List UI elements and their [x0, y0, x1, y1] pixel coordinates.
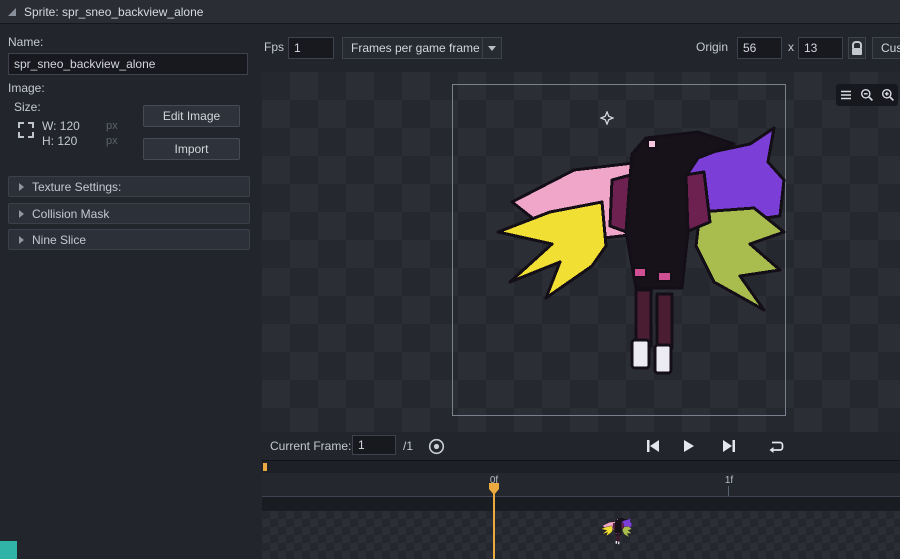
play-button[interactable]: [675, 434, 701, 458]
lock-icon: [852, 41, 862, 55]
workspace-corner-accent: [0, 541, 17, 559]
import-button[interactable]: Import: [143, 138, 240, 160]
section-label: Nine Slice: [32, 232, 87, 247]
section-texture-settings[interactable]: Texture Settings:: [8, 176, 250, 197]
height-unit: px: [106, 135, 118, 147]
origin-y-input[interactable]: [798, 37, 843, 59]
frame-toolbar: Fps Frames per game frame Origin x Custo…: [258, 24, 900, 72]
origin-x-input[interactable]: [737, 37, 782, 59]
loop-icon: [769, 441, 783, 453]
origin-label: Origin: [696, 40, 729, 54]
canvas-menu-button[interactable]: [837, 85, 856, 105]
section-label: Collision Mask: [32, 206, 110, 221]
zoom-out-button[interactable]: [857, 85, 876, 105]
section-label: Texture Settings:: [32, 179, 122, 194]
frame-total: /1: [403, 439, 414, 453]
resize-icon: [18, 122, 34, 143]
origin-lock-button[interactable]: [848, 37, 866, 59]
origin-mode-dropdown[interactable]: Custom: [872, 37, 900, 59]
onion-skin-icon: [428, 438, 444, 454]
zoom-in-button[interactable]: [878, 85, 897, 105]
onion-skin-button[interactable]: [424, 434, 448, 458]
timeline-track[interactable]: [262, 497, 900, 559]
loop-toggle-button[interactable]: [763, 434, 789, 458]
sprite-preview: [452, 84, 786, 416]
skip-to-start-button[interactable]: [640, 434, 666, 458]
height-value: H: 120: [42, 134, 78, 148]
frame-mode-value: Frames per game frame: [351, 41, 480, 55]
image-label: Image:: [8, 81, 45, 95]
chevron-down-icon: [488, 45, 496, 51]
tick-mark: [728, 486, 729, 496]
timeline-frames-strip: [262, 511, 900, 559]
menu-icon: [841, 90, 852, 100]
frame-thumbnail[interactable]: [595, 513, 633, 549]
zoom-out-icon: [860, 88, 873, 102]
fps-label: Fps: [264, 40, 285, 54]
expand-arrow-icon: [19, 209, 24, 218]
canvas-zoom-toolbar: [836, 84, 898, 106]
axis-separator: x: [788, 40, 794, 54]
skip-forward-icon: [723, 440, 735, 452]
expand-arrow-icon: [19, 235, 24, 244]
play-icon: [684, 440, 694, 452]
origin-crosshair[interactable]: [599, 110, 615, 130]
sprite-properties-panel: Name: Image: Size: W: 120 px H: 120 px E…: [0, 24, 258, 559]
skip-to-end-button[interactable]: [716, 434, 742, 458]
zoom-in-icon: [881, 88, 894, 102]
sprite-canvas[interactable]: [262, 72, 900, 432]
sprite-editor-window: Sprite: spr_sneo_backview_alone Name: Im…: [0, 0, 900, 559]
name-label: Name:: [8, 35, 44, 49]
timeline-scrollbar[interactable]: [262, 460, 900, 473]
window-title: Sprite: spr_sneo_backview_alone: [24, 4, 204, 19]
collapse-icon[interactable]: [8, 7, 16, 16]
expand-arrow-icon: [19, 182, 24, 191]
playhead-line[interactable]: [493, 484, 495, 559]
dropdown-arrow-button[interactable]: [482, 38, 501, 58]
window-titlebar[interactable]: Sprite: spr_sneo_backview_alone: [0, 0, 900, 24]
section-collision-mask[interactable]: Collision Mask: [8, 203, 250, 224]
width-unit: px: [106, 120, 118, 132]
origin-mode-value: Custom: [881, 41, 900, 55]
frame-mode-dropdown[interactable]: Frames per game frame: [342, 37, 502, 59]
scroll-marker[interactable]: [263, 463, 267, 471]
tick-label-1f: 1f: [724, 475, 734, 486]
section-nine-slice[interactable]: Nine Slice: [8, 229, 250, 250]
fps-input[interactable]: [288, 37, 334, 59]
edit-image-button[interactable]: Edit Image: [143, 105, 240, 127]
size-label: Size:: [14, 100, 41, 114]
playback-bar: Current Frame: /1: [262, 432, 900, 460]
current-frame-input[interactable]: [352, 435, 396, 455]
skip-back-icon: [647, 440, 659, 452]
current-frame-label: Current Frame:: [270, 439, 352, 453]
timeline-ruler[interactable]: 0f 1f: [262, 473, 900, 497]
width-value: W: 120: [42, 119, 80, 133]
sprite-name-input[interactable]: [8, 53, 248, 75]
